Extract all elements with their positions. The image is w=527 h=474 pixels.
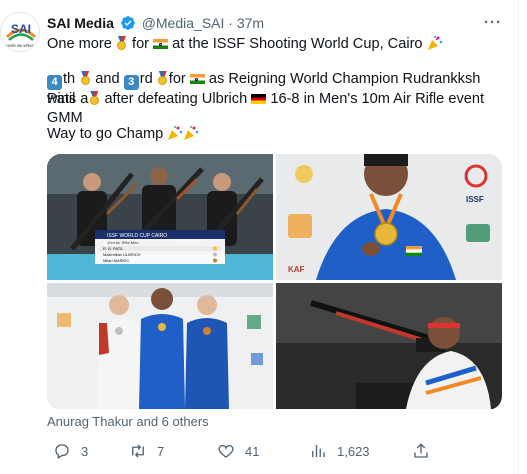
india-flag-icon (153, 39, 169, 49)
scoreboard-event: 10m Air Rifle Men (107, 240, 139, 245)
photo-podium-rifles[interactable]: ISSF WORLD CUP CAIRO 10m Air Rifle Men R… (47, 154, 273, 280)
photo-podium-medalists-image (47, 283, 273, 409)
scoreboard-row-3: Milan MARKIC (103, 258, 129, 263)
more-options-icon[interactable]: ··· (484, 14, 502, 31)
time-separator: · (228, 15, 233, 31)
retweet-count: 7 (157, 443, 165, 459)
tweet-text-line-1: One more for at the ISSF Shooting World … (47, 35, 507, 54)
timestamp[interactable]: 37m (237, 15, 264, 31)
media-grid: ISSF WORLD CUP CAIRO 10m Air Rifle Men R… (47, 154, 502, 410)
action-bar: 3 7 41 1,623 (47, 442, 507, 462)
india-flag-icon (189, 74, 205, 84)
views-button[interactable]: 1,623 (309, 442, 370, 460)
scoreboard-row-1: R. B. PATIL (103, 246, 124, 251)
tweet-text-line-3: wins a after defeating Ulbrich 16-8 in M… (47, 91, 485, 126)
verified-badge-icon (120, 16, 135, 30)
like-count: 41 (245, 443, 260, 459)
tweet-header: SAI Media @Media_SAI · 37m (47, 14, 264, 32)
share-icon (414, 443, 428, 458)
retweet-button[interactable]: 7 (129, 442, 164, 460)
liked-by-text[interactable]: Anurag Thakur and 6 others (47, 414, 209, 429)
party-popper-icon (427, 36, 442, 50)
author-name[interactable]: SAI Media (47, 15, 114, 31)
logo-text: SAI (11, 22, 31, 36)
issf-logo-text: ISSF (466, 195, 484, 204)
column-border (518, 0, 519, 474)
gold-medal-icon (157, 71, 169, 85)
keycap-3-icon: 3 (123, 75, 139, 90)
author-handle[interactable]: @Media_SAI (142, 15, 225, 31)
logo-subtext: भारतीय खेल प्राधिकरण (6, 43, 36, 48)
avatar[interactable]: SAI भारतीय खेल प्राधिकरण (0, 12, 40, 52)
party-popper-icon (184, 126, 199, 140)
germany-flag-icon (251, 94, 267, 104)
photo-medal-closeup[interactable]: ISSF KAF (276, 154, 502, 280)
views-chart-icon (312, 445, 325, 457)
keycap-4-icon: 4 (47, 75, 62, 90)
gold-medal-icon (116, 36, 128, 50)
party-popper-icon (168, 126, 183, 140)
gold-medal-icon (88, 91, 100, 105)
share-button[interactable] (412, 442, 430, 460)
sai-logo-icon: SAI भारतीय खेल प्राधिकरण (2, 14, 39, 51)
reply-button[interactable]: 3 (53, 442, 88, 460)
views-count: 1,623 (337, 443, 370, 459)
reply-count: 3 (81, 443, 89, 459)
heart-icon (218, 444, 234, 458)
scoreboard-title: ISSF WORLD CUP CAIRO (107, 233, 167, 239)
tweet[interactable]: SAI भारतीय खेल प्राधिकरण SAI Media @Medi… (0, 0, 518, 474)
photo-athlete-aiming[interactable] (276, 283, 502, 409)
gold-medal-icon (79, 71, 91, 85)
kaf-logo-text: KAF (288, 265, 305, 274)
photo-medal-closeup-image: ISSF KAF (276, 154, 502, 280)
retweet-icon (132, 444, 144, 458)
photo-athlete-aiming-image (276, 283, 502, 409)
like-button[interactable]: 41 (217, 442, 259, 460)
tweet-text-line-4: Way to go Champ (47, 125, 507, 144)
scoreboard-row-2: Maximilian ULBRICH (103, 252, 141, 257)
photo-podium-rifles-image: ISSF WORLD CUP CAIRO 10m Air Rifle Men R… (47, 154, 273, 280)
photo-podium-medalists[interactable] (47, 283, 273, 409)
reply-icon (55, 444, 69, 459)
